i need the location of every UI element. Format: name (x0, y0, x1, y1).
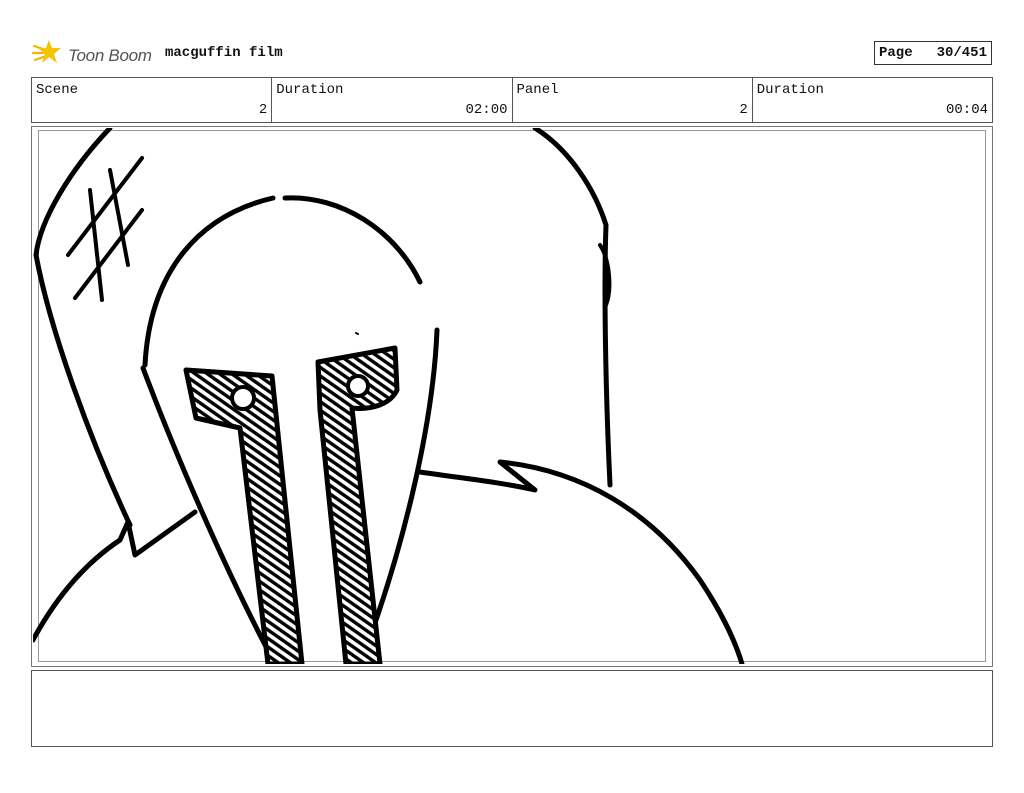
helmet-dome-right (282, 195, 423, 285)
rear-shoulder (417, 459, 745, 664)
left-figure-hatch-4 (88, 188, 104, 302)
rear-head-outline (532, 128, 613, 488)
left-figure-hatch-2 (73, 208, 144, 300)
helmet-right-eye (346, 374, 370, 398)
left-figure-hatch-1 (66, 156, 144, 257)
sketch-dot (355, 332, 359, 335)
helmet-dome-left (142, 195, 276, 368)
panel-notes-box (31, 670, 993, 747)
helmet-left-eye (230, 385, 256, 411)
left-figure-head (33, 128, 133, 528)
left-figure-shoulder (33, 509, 198, 643)
